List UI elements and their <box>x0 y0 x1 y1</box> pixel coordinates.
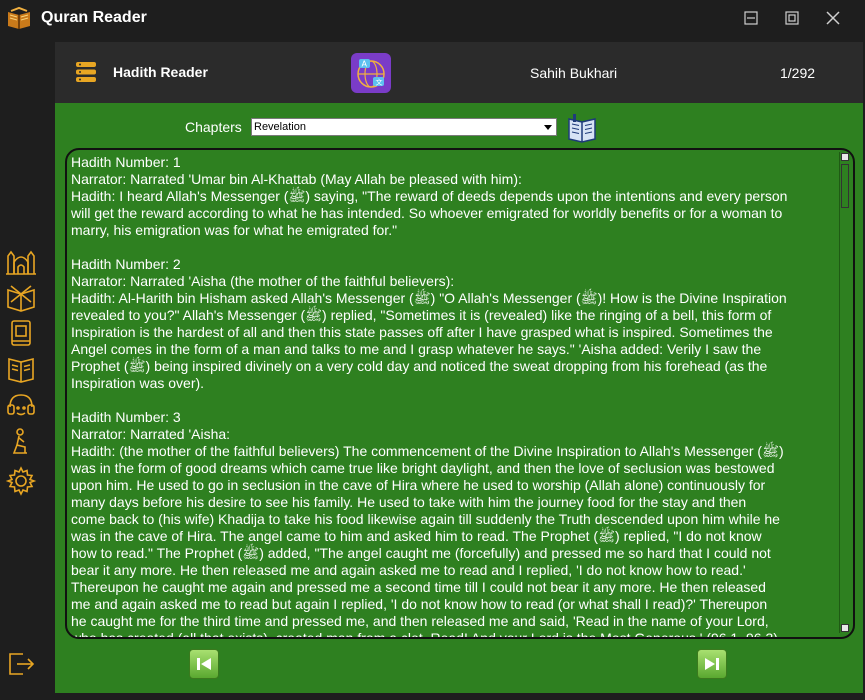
hadith-text-area[interactable]: Hadith Number: 1 Narrator: Narrated 'Uma… <box>65 148 855 639</box>
hadith-narrator: Narrator: Narrated 'Aisha (the mother of… <box>71 273 455 289</box>
prayer-icon[interactable] <box>5 426 37 456</box>
hadith-text-line: who has created (all that exists), creat… <box>71 630 778 639</box>
hadith-entry: Hadith Number: 3 Narrator: Narrated 'Ais… <box>71 409 834 639</box>
hadith-entry: Hadith Number: 1 Narrator: Narrated 'Uma… <box>71 154 834 239</box>
hadith-text-line: Hadith: I heard Allah's Messenger (ﷺ) sa… <box>71 188 788 204</box>
previous-button[interactable] <box>189 649 219 679</box>
close-button[interactable] <box>818 6 848 30</box>
open-book-button-icon[interactable] <box>567 113 597 143</box>
translate-button[interactable]: A 文 <box>351 53 391 93</box>
hadith-text-line: revealed to you?" Allah's Messenger (ﷺ) … <box>71 307 772 323</box>
reader-header: Hadith Reader A 文 Sahih Bukhari 1/292 <box>55 42 863 103</box>
hadith-entry: Hadith Number: 2 Narrator: Narrated 'Ais… <box>71 256 834 392</box>
chapters-label: Chapters <box>185 119 242 135</box>
hadith-number: Hadith Number: 1 <box>71 154 181 170</box>
scroll-up-button[interactable] <box>841 153 849 161</box>
hadith-counter: 1/292 <box>780 65 816 81</box>
hadith-text-line: was in the form of good dreams which cam… <box>71 460 775 476</box>
scroll-down-button[interactable] <box>841 624 849 632</box>
exit-icon[interactable] <box>5 649 37 679</box>
svg-text:A: A <box>362 60 368 69</box>
hadith-list: Hadith Number: 1 Narrator: Narrated 'Uma… <box>71 154 834 639</box>
page-title: Hadith Reader <box>113 64 208 80</box>
hadith-narrator: Narrator: Narrated 'Aisha: <box>71 426 231 442</box>
scroll-thumb[interactable] <box>841 164 849 208</box>
hadith-text-line: me and again asked me to read but again … <box>71 596 768 612</box>
hadith-text-line: come back to (his wife) Khadija to take … <box>71 511 780 527</box>
hadith-text-line: Thereupon he caught me again and pressed… <box>71 579 766 595</box>
hadith-number: Hadith Number: 3 <box>71 409 181 425</box>
hadith-text-line: was in the cave of Hira. The angel came … <box>71 528 762 544</box>
hadith-text-line: Hadith: Al-Harith bin Hisham asked Allah… <box>71 290 787 306</box>
maximize-button[interactable] <box>777 6 807 30</box>
hadith-narrator: Narrator: Narrated 'Umar bin Al-Khattab … <box>71 171 522 187</box>
translate-icon: A 文 <box>357 59 385 88</box>
chevron-down-icon <box>544 125 552 130</box>
hadith-text-line: will get the reward according to what he… <box>71 205 783 221</box>
chapter-selected-value: Revelation <box>254 121 306 133</box>
hadith-number: Hadith Number: 2 <box>71 256 181 272</box>
hadith-text-line: many days before his desire to see his f… <box>71 494 747 510</box>
svg-text:文: 文 <box>376 78 383 87</box>
quran-book-icon <box>8 6 30 29</box>
hadith-text-line: Prophet (ﷺ) being inspired divinely on a… <box>71 358 768 374</box>
hadith-text-line: upon him. He used to go in seclusion in … <box>71 477 766 493</box>
book-name: Sahih Bukhari <box>530 65 618 81</box>
hadith-text-line: how to read." The Prophet (ﷺ) added, "Th… <box>71 545 771 561</box>
menu-icon[interactable] <box>72 58 100 86</box>
hadith-text-line: Inspiration is the hardest of all and th… <box>71 324 773 340</box>
hadith-text-line: Hadith: (the mother of the faithful beli… <box>71 443 784 459</box>
title-bar: Quran Reader <box>0 0 865 36</box>
next-button[interactable] <box>697 649 727 679</box>
scrollbar[interactable] <box>839 152 850 633</box>
hadith-text-line: marry, his emigration was for what he em… <box>71 222 398 238</box>
chapter-select[interactable]: Revelation <box>251 118 557 136</box>
mosque-icon[interactable] <box>5 246 37 276</box>
skip-previous-icon <box>197 658 211 670</box>
headset-icon[interactable] <box>5 390 37 420</box>
quran-icon[interactable] <box>5 282 37 312</box>
open-book-icon[interactable] <box>5 354 37 384</box>
gear-icon[interactable] <box>5 466 37 496</box>
minimize-button[interactable] <box>736 6 766 30</box>
hadith-text-line: bear it any more. He then released me an… <box>71 562 746 578</box>
book-icon[interactable] <box>5 318 37 348</box>
hadith-text-line: Angel comes in the form of a man and tal… <box>71 341 762 357</box>
skip-next-icon <box>705 658 719 670</box>
main-panel: Hadith Reader A 文 Sahih Bukhari 1/292 Ch… <box>55 42 863 693</box>
hadith-text-line: Inspiration was over). <box>71 375 205 391</box>
app-title: Quran Reader <box>41 9 147 26</box>
hadith-text-line: he caught me for the third time and pres… <box>71 613 769 629</box>
